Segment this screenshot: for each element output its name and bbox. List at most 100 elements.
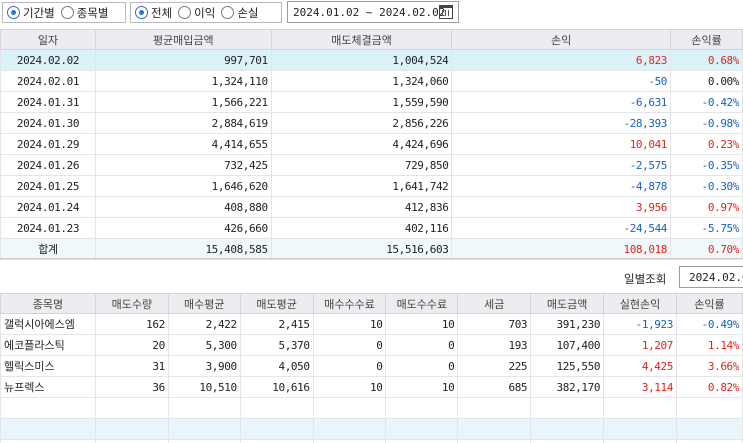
col-header-buy-fee[interactable]: 매수수수료 bbox=[312, 293, 387, 314]
empty-cell bbox=[675, 418, 743, 440]
cell-sell-avg: 5,370 bbox=[239, 334, 314, 356]
cell-tax: 703 bbox=[457, 313, 532, 335]
cell-pnl: 3,956 bbox=[451, 196, 672, 218]
empty-cell bbox=[167, 439, 241, 443]
radio-label: 이익 bbox=[194, 5, 216, 20]
col-header-buy-avg[interactable]: 매수평균 bbox=[167, 293, 241, 314]
cell-sell-fee: 0 bbox=[385, 334, 459, 356]
col-header-tax[interactable]: 세금 bbox=[457, 293, 532, 314]
table-row[interactable]: 에코플라스틱 20 5,300 5,370 0 0 193 107,400 1,207 1.14% bbox=[0, 334, 743, 356]
empty-cell bbox=[457, 397, 532, 419]
empty-cell bbox=[530, 418, 605, 440]
cell-sell-fee: 10 bbox=[385, 313, 459, 335]
cell-rate: 0.68% bbox=[670, 49, 743, 71]
col-header-sell-amount[interactable]: 매도체결금액 bbox=[270, 29, 453, 50]
empty-cell bbox=[0, 418, 96, 440]
daily-lookup-date-input[interactable]: 2024.02.02 bbox=[679, 266, 743, 288]
table-row[interactable]: 2024.02.01 1,324,110 1,324,060 -50 0.00% bbox=[0, 70, 743, 92]
radio-period-by-stock[interactable]: 종목별 bbox=[60, 5, 109, 21]
radio-unselected-icon bbox=[178, 6, 192, 19]
col-header-sell-amount[interactable]: 매도금액 bbox=[530, 293, 605, 314]
cell-date: 2024.01.24 bbox=[0, 196, 96, 218]
empty-cell bbox=[167, 397, 241, 419]
radio-period-by-date[interactable]: 기간별 bbox=[7, 5, 55, 21]
cell-avg-buy: 997,701 bbox=[94, 49, 272, 71]
table-row[interactable]: 2024.01.29 4,414,655 4,424,696 10,041 0.23% bbox=[0, 133, 743, 155]
cell-buy-avg: 3,900 bbox=[167, 355, 241, 377]
col-header-realized-pnl[interactable]: 실현손익 bbox=[603, 293, 677, 314]
radio-type-all[interactable]: 전체 bbox=[135, 5, 172, 21]
cell-rate: -0.42% bbox=[670, 91, 743, 113]
cell-sell-fee: 10 bbox=[385, 376, 459, 398]
radio-label: 종목별 bbox=[76, 5, 109, 20]
radio-label: 손실 bbox=[237, 5, 259, 20]
cell-pnl: 10,041 bbox=[451, 133, 672, 155]
col-header-sell-avg[interactable]: 매도평균 bbox=[239, 293, 314, 314]
table-row[interactable]: 뉴프렉스 36 10,510 10,616 10 10 685 382,170 3,114 0.8… bbox=[0, 376, 743, 398]
table-row[interactable]: 2024.01.25 1,646,620 1,641,742 -4,878 -0.30% bbox=[0, 175, 743, 197]
calendar-icon[interactable] bbox=[439, 5, 453, 19]
period-radio-group: 기간별 종목별 bbox=[2, 2, 126, 23]
empty-cell bbox=[312, 418, 387, 440]
empty-row bbox=[0, 418, 743, 440]
empty-cell bbox=[94, 397, 169, 419]
cell-realized-pnl: 1,207 bbox=[603, 334, 677, 356]
col-header-stock-name[interactable]: 종목명 bbox=[0, 293, 96, 314]
col-header-sell-qty[interactable]: 매도수량 bbox=[94, 293, 169, 314]
table-row[interactable]: 갤럭시아에스엠 162 2,422 2,415 10 10 703 391,230 -1,923… bbox=[0, 313, 743, 335]
cell-sell-amount: 729,850 bbox=[270, 154, 453, 176]
col-header-avg-buy[interactable]: 평균매입금액 bbox=[94, 29, 272, 50]
cell-buy-avg: 10,510 bbox=[167, 376, 241, 398]
cell-sell-amount: 1,559,590 bbox=[270, 91, 453, 113]
cell-sell-amount: 382,170 bbox=[530, 376, 605, 398]
cell-sell-avg: 2,415 bbox=[239, 313, 314, 335]
filter-bar: 기간별 종목별 전체 이익 손실 2024.01.02 ~ 2024.02.02 bbox=[0, 0, 743, 27]
empty-cell bbox=[675, 397, 743, 419]
empty-row bbox=[0, 397, 743, 419]
total-avg-buy: 15,408,585 bbox=[94, 238, 272, 260]
cell-rate: -0.49% bbox=[675, 313, 743, 335]
cell-stock-name: 갤럭시아에스엠 bbox=[0, 313, 96, 335]
table-row[interactable]: 2024.01.26 732,425 729,850 -2,575 -0.35% bbox=[0, 154, 743, 176]
empty-cell bbox=[385, 418, 459, 440]
cell-date: 2024.01.23 bbox=[0, 217, 96, 239]
table-row[interactable]: 2024.02.02 997,701 1,004,524 6,823 0.68% bbox=[0, 49, 743, 71]
stock-pnl-grid: 종목명 매도수량 매수평균 매도평균 매수수수료 매도수수료 세금 매도금액 실… bbox=[0, 293, 743, 443]
empty-cell bbox=[385, 439, 459, 443]
radio-label: 기간별 bbox=[23, 5, 55, 20]
cell-sell-qty: 20 bbox=[94, 334, 169, 356]
cell-date: 2024.01.26 bbox=[0, 154, 96, 176]
cell-rate: 0.97% bbox=[670, 196, 743, 218]
empty-cell bbox=[239, 439, 314, 443]
empty-cell bbox=[0, 397, 96, 419]
table-row[interactable]: 2024.01.30 2,884,619 2,856,226 -28,393 -0.98… bbox=[0, 112, 743, 134]
table-row[interactable]: 헬릭스미스 31 3,900 4,050 0 0 225 125,550 4,425 3.66% bbox=[0, 355, 743, 377]
empty-cell bbox=[457, 439, 532, 443]
empty-cell bbox=[603, 397, 677, 419]
empty-cell bbox=[385, 397, 459, 419]
cell-buy-fee: 0 bbox=[312, 334, 387, 356]
cell-date: 2024.02.02 bbox=[0, 49, 96, 71]
radio-type-loss[interactable]: 손실 bbox=[221, 5, 259, 21]
radio-type-profit[interactable]: 이익 bbox=[178, 5, 215, 21]
col-header-sell-fee[interactable]: 매도수수료 bbox=[385, 293, 459, 314]
empty-cell bbox=[239, 418, 314, 440]
cell-sell-avg: 4,050 bbox=[239, 355, 314, 377]
total-pnl: 108,018 bbox=[451, 238, 672, 260]
col-header-date[interactable]: 일자 bbox=[0, 29, 96, 50]
col-header-rate[interactable]: 손익률 bbox=[675, 293, 743, 314]
col-header-rate[interactable]: 손익률 bbox=[670, 29, 743, 50]
cell-rate: 3.66% bbox=[675, 355, 743, 377]
cell-pnl: 6,823 bbox=[451, 49, 672, 71]
radio-selected-icon bbox=[135, 6, 148, 19]
table-row[interactable]: 2024.01.24 408,880 412,836 3,956 0.97% bbox=[0, 196, 743, 218]
date-range-input[interactable]: 2024.01.02 ~ 2024.02.02 bbox=[287, 1, 459, 23]
cell-stock-name: 에코플라스틱 bbox=[0, 334, 96, 356]
table-row[interactable]: 2024.01.31 1,566,221 1,559,590 -6,631 -0.42% bbox=[0, 91, 743, 113]
cell-rate: -5.75% bbox=[670, 217, 743, 239]
radio-unselected-icon bbox=[60, 6, 74, 19]
empty-row bbox=[0, 439, 743, 443]
table-row[interactable]: 2024.01.23 426,660 402,116 -24,544 -5.75% bbox=[0, 217, 743, 239]
daily-pnl-grid: 일자 평균매입금액 매도체결금액 손익 손익률 2024.02.02 997,70… bbox=[0, 29, 743, 260]
col-header-pnl[interactable]: 손익 bbox=[451, 29, 672, 50]
